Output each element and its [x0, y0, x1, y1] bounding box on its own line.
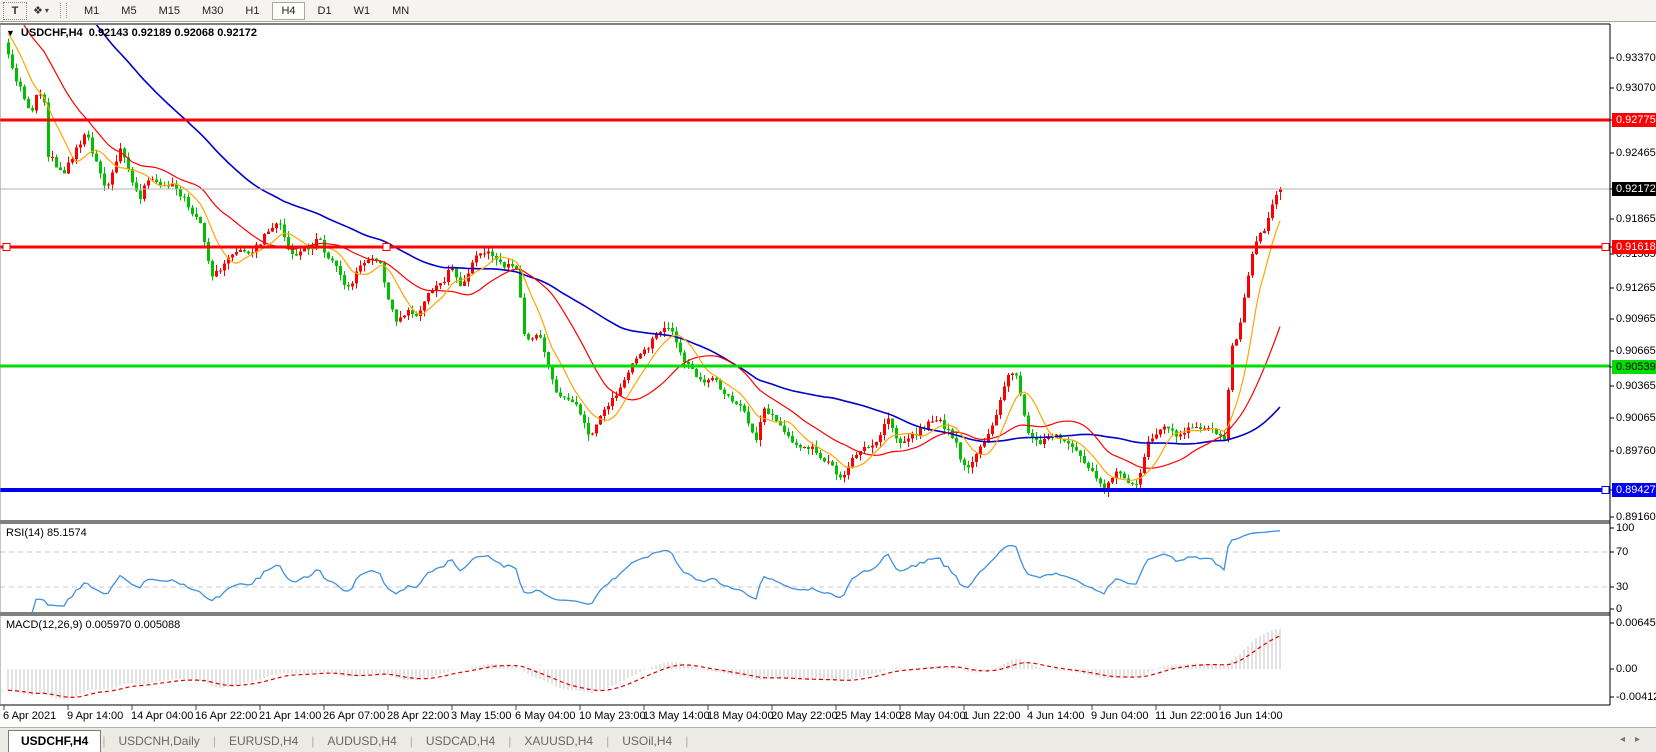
tab-separator: | — [684, 734, 689, 752]
time-axis-label: 20 May 22:00 — [771, 710, 838, 722]
timeframe-button-m5[interactable]: M5 — [112, 2, 145, 20]
timeframe-button-m30[interactable]: M30 — [193, 2, 232, 20]
chart-title: ▼ USDCHF,H4 0.92143 0.92189 0.92068 0.921… — [6, 27, 257, 39]
price-tick-label: 0.91265 — [1616, 282, 1656, 294]
chart-tabs: USDCHF,H4|USDCNH,Daily|EURUSD,H4|AUDUSD,… — [0, 730, 689, 752]
candles-layer — [7, 38, 1282, 497]
toolbar-grip — [60, 3, 67, 18]
time-axis-label: 16 Jun 14:00 — [1219, 710, 1283, 722]
chart-canvas[interactable]: 0.933700.930700.924650.918650.915650.912… — [0, 0, 1656, 751]
tab-scroll-arrows[interactable]: ◂▸ — [1620, 734, 1650, 745]
time-axis-label: 9 Apr 14:00 — [67, 710, 123, 722]
chart-menu-icon[interactable]: ▼ — [6, 28, 15, 38]
line-handle[interactable] — [3, 244, 10, 251]
time-axis-label: 26 Apr 07:00 — [323, 710, 385, 722]
time-axis-label: 13 May 14:00 — [643, 710, 710, 722]
timeframe-button-mn[interactable]: MN — [383, 2, 418, 20]
price-tick-label: 0.90539 — [1616, 361, 1656, 373]
price-tick-label: 0.92172 — [1616, 183, 1656, 195]
toolbar: T ❖ ▾ M1M5 M15M30H1H4 D1W1MN — [0, 0, 1656, 22]
time-axis-label: 4 Jun 14:00 — [1027, 710, 1085, 722]
indicator-tick-label: -0.004129 — [1616, 691, 1656, 703]
indicator-tick-label: 70 — [1616, 546, 1628, 558]
price-tick-label: 0.90065 — [1616, 412, 1656, 424]
time-axis-label: 21 Apr 14:00 — [259, 710, 321, 722]
macd-indicator-label: MACD(12,26,9) 0.005970 0.005088 — [6, 619, 180, 631]
line-handle[interactable] — [383, 244, 390, 251]
indicator-tick-label: 30 — [1616, 581, 1628, 593]
time-axis-label: 28 Apr 22:00 — [387, 710, 449, 722]
price-tick-label: 0.92465 — [1616, 147, 1656, 159]
line-handle[interactable] — [1602, 487, 1609, 494]
timeframe-button-w1[interactable]: W1 — [345, 2, 380, 20]
time-axis-label: 9 Jun 04:00 — [1091, 710, 1149, 722]
indicator-tick-label: 0 — [1616, 603, 1622, 615]
timeframe-button-m15[interactable]: M15 — [150, 2, 189, 20]
time-axis-label: 16 Apr 22:00 — [195, 710, 257, 722]
chart-tabs-bar: USDCHF,H4|USDCNH,Daily|EURUSD,H4|AUDUSD,… — [0, 727, 1656, 752]
tab-usdchfh4[interactable]: USDCHF,H4 — [8, 730, 101, 752]
price-tick-label: 0.90965 — [1616, 313, 1656, 325]
price-tick-label: 0.93070 — [1616, 82, 1656, 94]
ma-mid-line — [8, 3, 1280, 468]
time-axis-label: 25 May 14:00 — [835, 710, 902, 722]
tab-audusdh4[interactable]: AUDUSD,H4 — [315, 731, 408, 752]
timeframe-button-d1[interactable]: D1 — [309, 2, 341, 20]
time-axis-label: 14 Apr 04:00 — [131, 710, 193, 722]
chart-title-text: USDCHF,H4 0.92143 0.92189 0.92068 0.9217… — [21, 27, 257, 39]
tab-xauusdh4[interactable]: XAUUSD,H4 — [512, 731, 605, 752]
rsi-indicator-label: RSI(14) 85.1574 — [6, 527, 87, 539]
scroll-left-icon[interactable]: ◂ — [1620, 734, 1635, 745]
tab-usdcadh4[interactable]: USDCAD,H4 — [414, 731, 507, 752]
timeframe-button-m1[interactable]: M1 — [75, 2, 108, 20]
indicator-tick-label: 0.00 — [1616, 663, 1637, 675]
time-axis-label: 11 Jun 22:00 — [1155, 710, 1218, 722]
price-tick-label: 0.89427 — [1616, 484, 1656, 496]
rsi-line — [8, 531, 1280, 613]
line-handle[interactable] — [1602, 244, 1609, 251]
ma-fast-line — [8, 33, 1280, 480]
price-tick-label: 0.90365 — [1616, 380, 1656, 392]
price-tick-label: 0.91618 — [1616, 241, 1656, 253]
scroll-right-icon[interactable]: ▸ — [1635, 734, 1650, 745]
indicator-tick-label: 100 — [1616, 522, 1634, 534]
dropdown-caret-icon: ▾ — [45, 6, 49, 15]
price-tick-label: 0.93370 — [1616, 52, 1656, 64]
price-tick-label: 0.91865 — [1616, 213, 1656, 225]
shapes-tool-button[interactable]: ❖ ▾ — [30, 3, 52, 19]
time-axis-label: 10 May 23:00 — [579, 710, 646, 722]
macd-histogram — [8, 628, 1280, 699]
tab-usoilh4[interactable]: USOil,H4 — [610, 731, 684, 752]
tab-usdcnhdaily[interactable]: USDCNH,Daily — [106, 731, 211, 752]
timeframe-button-h1[interactable]: H1 — [236, 2, 268, 20]
text-tool-button[interactable]: T — [3, 2, 27, 20]
time-axis-label: 6 May 04:00 — [515, 710, 576, 722]
price-tick-label: 0.92775 — [1616, 114, 1656, 126]
timeframe-toolbar: M1M5 M15M30H1H4 D1W1MN — [73, 2, 420, 20]
price-tick-label: 0.90665 — [1616, 345, 1656, 357]
time-axis-label: 28 May 04:00 — [899, 710, 966, 722]
macd-signal-line — [8, 636, 1280, 698]
timeframe-button-h4[interactable]: H4 — [272, 2, 304, 20]
time-axis-label: 1 Jun 22:00 — [963, 710, 1021, 722]
price-tick-label: 0.89760 — [1616, 445, 1656, 457]
tab-eurusdh4[interactable]: EURUSD,H4 — [217, 731, 310, 752]
shapes-icon: ❖ — [33, 4, 43, 17]
time-axis-label: 3 May 15:00 — [451, 710, 512, 722]
time-axis-label: 6 Apr 2021 — [3, 710, 56, 722]
time-axis-label: 18 May 04:00 — [707, 710, 774, 722]
indicator-tick-label: 0.006451 — [1616, 617, 1656, 629]
time-axis[interactable]: 6 Apr 2021 9 Apr 14:00 14 Apr 04:0016 Apr … — [3, 705, 1283, 722]
price-axis[interactable]: 0.933700.930700.924650.918650.915650.912… — [1610, 52, 1656, 703]
